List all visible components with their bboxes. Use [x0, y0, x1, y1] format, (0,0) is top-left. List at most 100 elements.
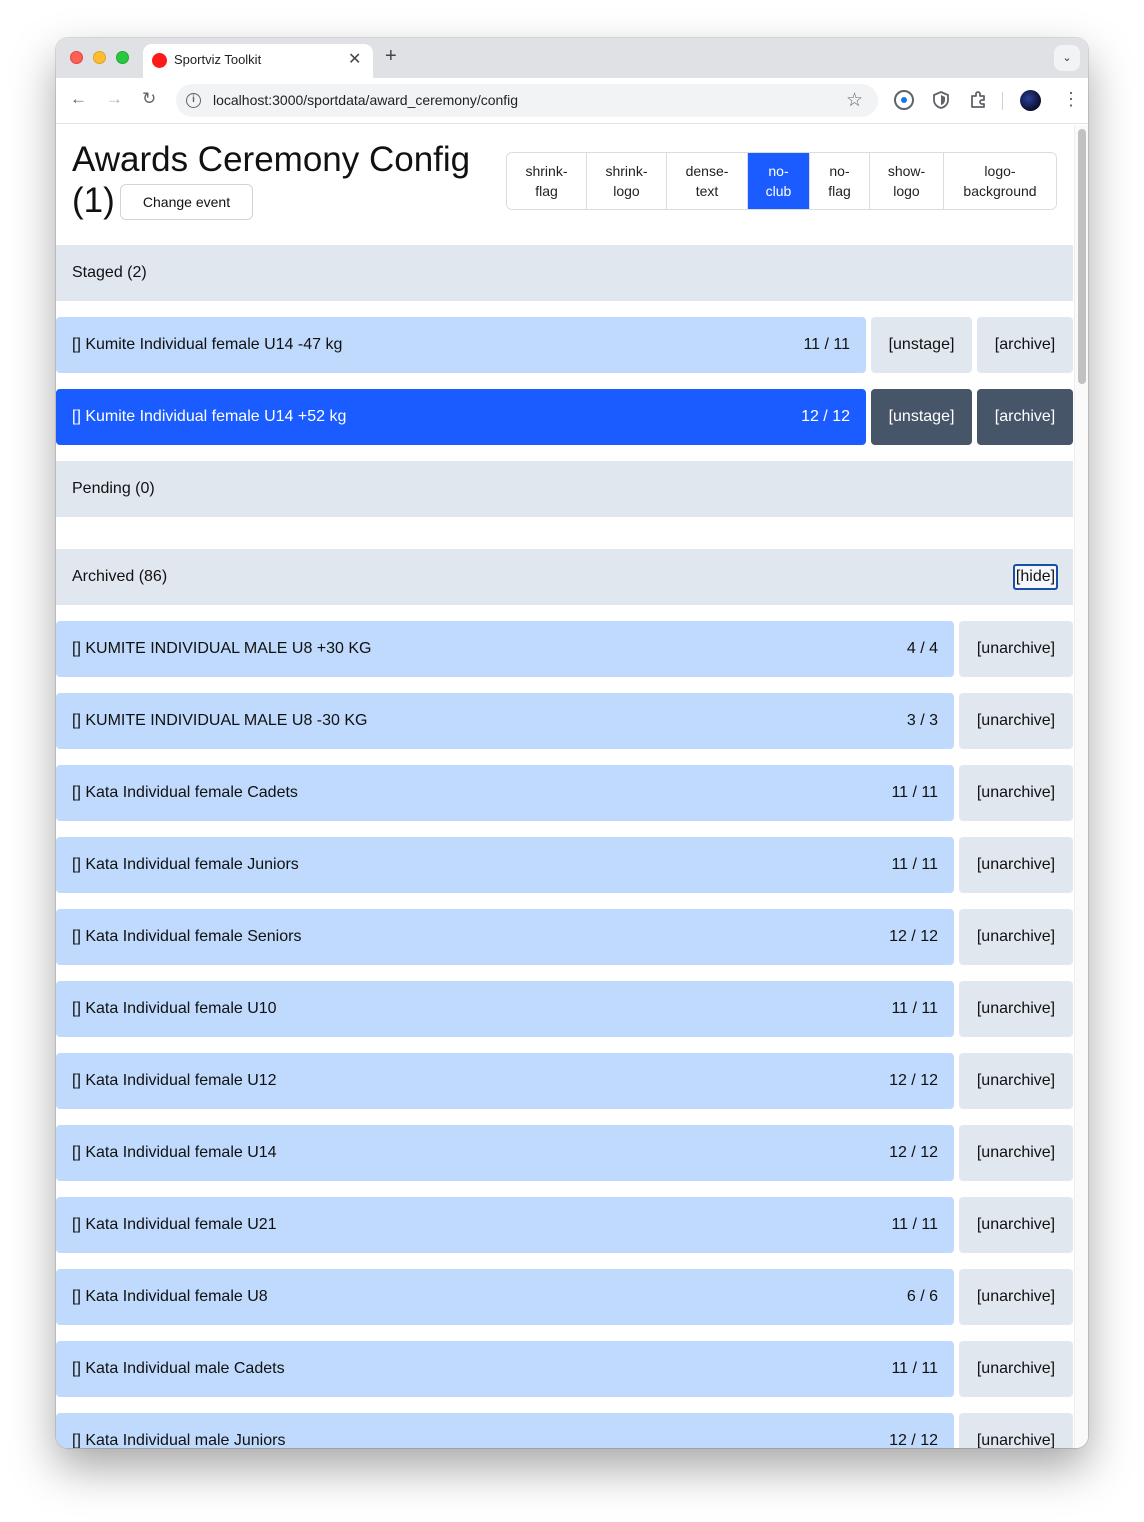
tab-bar: Sportviz Toolkit ✕ + ⌄ [56, 38, 1088, 78]
item-count: 12 / 12 [889, 1432, 938, 1448]
toggle-logobackground[interactable]: logo- background [944, 153, 1056, 209]
archived-header-label: Archived (86) [72, 568, 168, 585]
item-name: [] Kata Individual female U12 [72, 1072, 277, 1089]
staged-header-label: Staged (2) [72, 264, 147, 281]
item-count: 11 / 11 [891, 1000, 938, 1017]
staged-item[interactable]: [] Kumite Individual female U14 -47 kg 11… [56, 317, 866, 373]
unarchive-button[interactable]: [unarchive] [959, 1269, 1073, 1325]
hide-archived-button[interactable]: [hide] [1013, 564, 1058, 590]
item-name: [] Kata Individual male Cadets [72, 1360, 285, 1377]
more-menu-icon[interactable]: ⋮ [1062, 89, 1080, 109]
archived-item[interactable]: [] Kata Individual female Seniors 12 / 12 [56, 909, 954, 965]
archived-item[interactable]: [] Kata Individual female Juniors 11 / 11 [56, 837, 954, 893]
item-name: [] Kata Individual female U10 [72, 1000, 277, 1017]
item-name: [] Kata Individual male Juniors [72, 1432, 286, 1448]
item-name: [] Kumite Individual female U14 -47 kg [72, 336, 343, 353]
archived-item[interactable]: [] KUMITE INDIVIDUAL MALE U8 +30 KG 4 / 4 [56, 621, 954, 677]
unarchive-button[interactable]: [unarchive] [959, 621, 1073, 677]
archived-item[interactable]: [] Kata Individual male Juniors 12 / 12 [56, 1413, 954, 1448]
item-name: [] Kata Individual female Cadets [72, 784, 298, 801]
unarchive-button[interactable]: [unarchive] [959, 1125, 1073, 1181]
item-name: [] KUMITE INDIVIDUAL MALE U8 +30 KG [72, 640, 372, 657]
item-count: 11 / 11 [891, 784, 938, 801]
maximize-window-icon[interactable] [116, 51, 129, 64]
pending-section-header: Pending (0) [56, 461, 1073, 517]
item-count: 6 / 6 [906, 1288, 938, 1305]
archived-item[interactable]: [] Kata Individual female U10 11 / 11 [56, 981, 954, 1037]
site-info-icon[interactable]: i [186, 93, 201, 108]
archived-item[interactable]: [] Kata Individual female U12 12 / 12 [56, 1053, 954, 1109]
item-count: 11 / 11 [891, 1216, 938, 1233]
minimize-window-icon[interactable] [93, 51, 106, 64]
toggle-showlogo[interactable]: show- logo [870, 153, 944, 209]
item-count: 11 / 11 [891, 1360, 938, 1377]
toggle-noclub[interactable]: no- club [748, 153, 810, 209]
item-count: 11 / 11 [803, 336, 850, 353]
item-count: 11 / 11 [891, 856, 938, 873]
unstage-button[interactable]: [unstage] [871, 317, 972, 373]
unarchive-button[interactable]: [unarchive] [959, 837, 1073, 893]
browser-window: Sportviz Toolkit ✕ + ⌄ ← → ↻ i localhost… [56, 38, 1088, 1448]
avatar[interactable] [1020, 90, 1041, 111]
item-count: 12 / 12 [801, 408, 850, 425]
item-name: [] Kata Individual female Juniors [72, 856, 299, 873]
toggle-shrinkflag[interactable]: shrink- flag [507, 153, 587, 209]
bookmark-star-icon[interactable]: ☆ [846, 89, 863, 112]
archived-item[interactable]: [] Kata Individual female U14 12 / 12 [56, 1125, 954, 1181]
change-event-button[interactable]: Change event [120, 184, 253, 220]
unarchive-button[interactable]: [unarchive] [959, 909, 1073, 965]
item-count: 12 / 12 [889, 1072, 938, 1089]
shield-icon[interactable] [931, 90, 951, 110]
toggle-densetext[interactable]: dense- text [667, 153, 748, 209]
scrollbar[interactable] [1074, 125, 1088, 1448]
item-name: [] Kata Individual female U8 [72, 1288, 268, 1305]
new-tab-icon[interactable]: + [385, 46, 397, 66]
item-name: [] Kata Individual female U21 [72, 1216, 277, 1233]
archived-item[interactable]: [] KUMITE INDIVIDUAL MALE U8 -30 KG 3 / 3 [56, 693, 954, 749]
toolbar-divider [1002, 92, 1003, 110]
item-count: 3 / 3 [906, 712, 938, 729]
archive-button[interactable]: [archive] [977, 317, 1073, 373]
unarchive-button[interactable]: [unarchive] [959, 693, 1073, 749]
unarchive-button[interactable]: [unarchive] [959, 1341, 1073, 1397]
item-name: [] Kumite Individual female U14 +52 kg [72, 408, 347, 425]
back-icon[interactable]: ← [70, 89, 87, 109]
pending-header-label: Pending (0) [72, 480, 155, 497]
toggle-shrinklogo[interactable]: shrink- logo [587, 153, 667, 209]
item-count: 4 / 4 [906, 640, 938, 657]
archive-button[interactable]: [archive] [977, 389, 1073, 445]
unarchive-button[interactable]: [unarchive] [959, 1197, 1073, 1253]
browser-tab[interactable]: Sportviz Toolkit ✕ [143, 44, 373, 78]
browser-toolbar: ← → ↻ i localhost:3000/sportdata/award_c… [56, 78, 1088, 124]
close-tab-icon[interactable]: ✕ [348, 49, 361, 69]
staged-section-header: Staged (2) [56, 245, 1073, 301]
unarchive-button[interactable]: [unarchive] [959, 765, 1073, 821]
archived-item[interactable]: [] Kata Individual male Cadets 11 / 11 [56, 1341, 954, 1397]
reload-icon[interactable]: ↻ [142, 89, 156, 109]
archived-section-header: Archived (86) [hide] [56, 549, 1073, 605]
forward-icon[interactable]: → [106, 89, 123, 109]
item-name: [] Kata Individual female Seniors [72, 928, 302, 945]
display-toggle-group: shrink- flag shrink- logo dense- text no- c… [506, 152, 1057, 210]
archived-item[interactable]: [] Kata Individual female Cadets 11 / 11 [56, 765, 954, 821]
item-name: [] Kata Individual female U14 [72, 1144, 277, 1161]
unarchive-button[interactable]: [unarchive] [959, 1053, 1073, 1109]
favicon-icon [152, 53, 167, 68]
url-text[interactable]: localhost:3000/sportdata/award_ceremony/… [213, 92, 518, 108]
extension-icon[interactable] [894, 90, 914, 110]
close-window-icon[interactable] [70, 51, 83, 64]
item-name: [] KUMITE INDIVIDUAL MALE U8 -30 KG [72, 712, 368, 729]
unarchive-button[interactable]: [unarchive] [959, 981, 1073, 1037]
tab-search-icon[interactable]: ⌄ [1054, 45, 1080, 71]
unstage-button[interactable]: [unstage] [871, 389, 972, 445]
item-count: 12 / 12 [889, 928, 938, 945]
puzzle-icon[interactable] [968, 90, 988, 110]
staged-item[interactable]: [] Kumite Individual female U14 +52 kg 12… [56, 389, 866, 445]
tab-title: Sportviz Toolkit [174, 52, 262, 67]
archived-item[interactable]: [] Kata Individual female U8 6 / 6 [56, 1269, 954, 1325]
address-bar[interactable]: i localhost:3000/sportdata/award_ceremon… [176, 84, 878, 117]
scrollbar-thumb[interactable] [1078, 129, 1086, 384]
toggle-noflag[interactable]: no- flag [810, 153, 870, 209]
unarchive-button[interactable]: [unarchive] [959, 1413, 1073, 1448]
archived-item[interactable]: [] Kata Individual female U21 11 / 11 [56, 1197, 954, 1253]
